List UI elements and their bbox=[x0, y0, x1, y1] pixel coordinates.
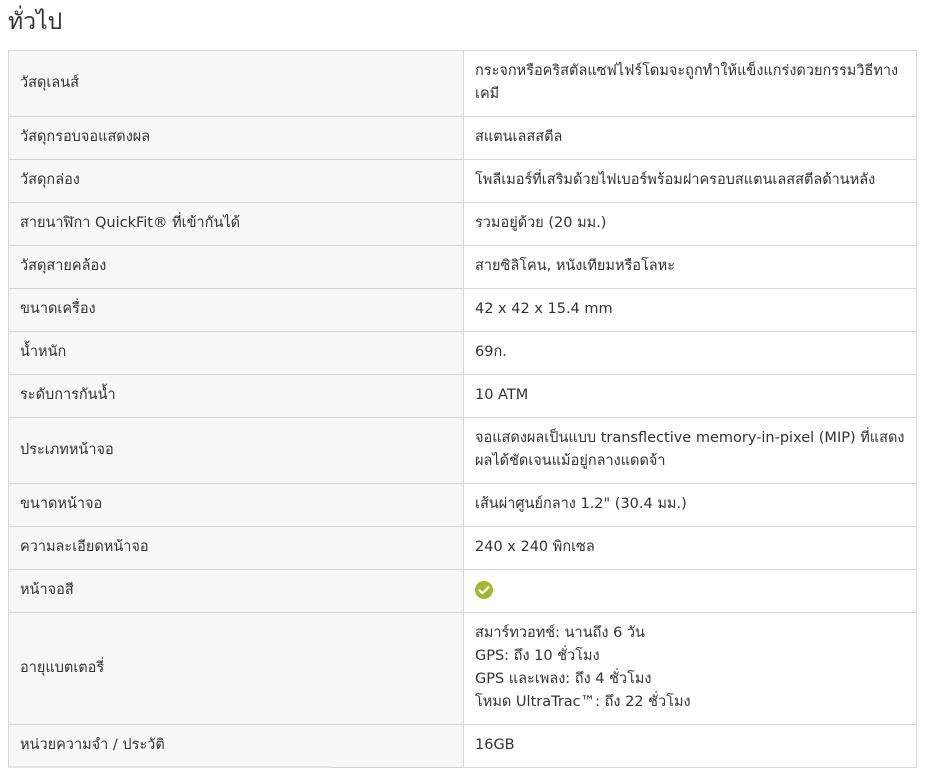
spec-value: รวมอยู่ด้วย (20 มม.) bbox=[463, 202, 917, 246]
table-row: อายุแบตเตอรี่ สมาร์ทวอทช์: นานถึง 6 วัน … bbox=[8, 612, 917, 725]
spec-label: ขนาดหน้าจอ bbox=[8, 483, 464, 527]
table-row: ขนาดเครื่อง 42 x 42 x 15.4 mm bbox=[8, 288, 917, 332]
spec-label: หน้าจอสี bbox=[8, 569, 464, 613]
table-row: วัสดุกล่อง โพลีเมอร์ที่เสริมด้วยไฟเบอร์พ… bbox=[8, 159, 917, 203]
spec-label: ประเภทหน้าจอ bbox=[8, 417, 464, 484]
table-row: หน้าจอสี bbox=[8, 569, 917, 613]
check-circle-icon bbox=[475, 581, 493, 599]
battery-line: สมาร์ทวอทช์: นานถึง 6 วัน bbox=[475, 625, 645, 641]
spec-value: โพลีเมอร์ที่เสริมด้วยไฟเบอร์พร้อมฝาครอบส… bbox=[463, 159, 917, 203]
spec-value-list: สมาร์ทวอทช์: นานถึง 6 วัน GPS: ถึง 10 ชั… bbox=[463, 612, 917, 725]
table-row: วัสดุสายคล้อง สายซิลิโคน, หนังเทียมหรือโ… bbox=[8, 245, 917, 289]
divider bbox=[8, 766, 330, 768]
table-row: หน่วยความจำ / ประวัติ 16GB bbox=[8, 724, 917, 768]
spec-value: 16GB bbox=[463, 724, 917, 768]
table-row: วัสดุกรอบจอแสดงผล สแตนเลสสตีล bbox=[8, 116, 917, 160]
battery-line: GPS และเพลง: ถึง 4 ชั่วโมง bbox=[475, 671, 652, 687]
spec-label: สายนาฬิกา QuickFit® ที่เข้ากันได้ bbox=[8, 202, 464, 246]
spec-value-icon bbox=[463, 569, 917, 613]
battery-line: GPS: ถึง 10 ชั่วโมง bbox=[475, 648, 600, 664]
table-row: ความละเอียดหน้าจอ 240 x 240 พิกเซล bbox=[8, 526, 917, 570]
spec-value: กระจกหรือคริสตัลแซฟไฟร์โดมจะถูกทำให้แข็ง… bbox=[463, 50, 917, 117]
table-row: สายนาฬิกา QuickFit® ที่เข้ากันได้ รวมอยู… bbox=[8, 202, 917, 246]
spec-label: ระดับการกันน้ำ bbox=[8, 374, 464, 418]
table-row: ระดับการกันน้ำ 10 ATM bbox=[8, 374, 917, 418]
spec-label: วัสดุกล่อง bbox=[8, 159, 464, 203]
spec-label: วัสดุเลนส์ bbox=[8, 50, 464, 117]
spec-value: 240 x 240 พิกเซล bbox=[463, 526, 917, 570]
section-title: ทั่วไป bbox=[8, 9, 63, 35]
spec-value: เส้นผ่าศูนย์กลาง 1.2" (30.4 มม.) bbox=[463, 483, 917, 527]
table-row: วัสดุเลนส์ กระจกหรือคริสตัลแซฟไฟร์โดมจะถ… bbox=[8, 50, 917, 117]
table-row: น้ำหนัก 69ก. bbox=[8, 331, 917, 375]
spec-value: จอแสดงผลเป็นแบบ transflective memory-in-… bbox=[463, 417, 917, 484]
spec-value: 69ก. bbox=[463, 331, 917, 375]
spec-label: วัสดุสายคล้อง bbox=[8, 245, 464, 289]
spec-label: น้ำหนัก bbox=[8, 331, 464, 375]
spec-value: 10 ATM bbox=[463, 374, 917, 418]
spec-label: วัสดุกรอบจอแสดงผล bbox=[8, 116, 464, 160]
spec-label: อายุแบตเตอรี่ bbox=[8, 612, 464, 725]
specs-table: วัสดุเลนส์ กระจกหรือคริสตัลแซฟไฟร์โดมจะถ… bbox=[8, 50, 917, 768]
table-row: ประเภทหน้าจอ จอแสดงผลเป็นแบบ transflecti… bbox=[8, 417, 917, 484]
battery-line: โหมด UltraTrac™: ถึง 22 ชั่วโมง bbox=[475, 694, 691, 710]
spec-label: ความละเอียดหน้าจอ bbox=[8, 526, 464, 570]
spec-value: สแตนเลสสตีล bbox=[463, 116, 917, 160]
spec-value: สายซิลิโคน, หนังเทียมหรือโลหะ bbox=[463, 245, 917, 289]
spec-label: หน่วยความจำ / ประวัติ bbox=[8, 724, 464, 768]
spec-label: ขนาดเครื่อง bbox=[8, 288, 464, 332]
table-row: ขนาดหน้าจอ เส้นผ่าศูนย์กลาง 1.2" (30.4 ม… bbox=[8, 483, 917, 527]
spec-value: 42 x 42 x 15.4 mm bbox=[463, 288, 917, 332]
